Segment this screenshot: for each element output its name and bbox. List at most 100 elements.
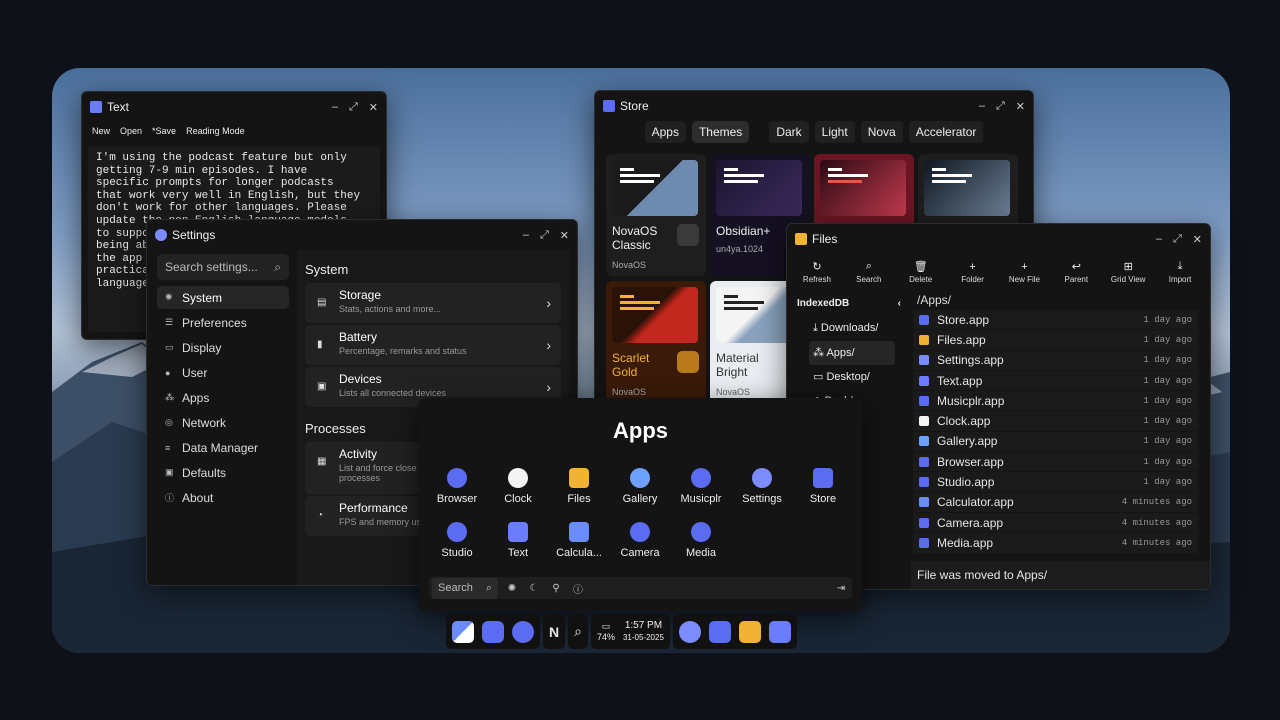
file-row[interactable]: Gallery.app 1 day ago [913,431,1198,453]
open-button[interactable]: Open [120,126,142,136]
nova-logo-icon[interactable]: N [549,624,559,640]
sidebar-item-apps[interactable]: ⁂ Apps/ [809,341,895,365]
theme-preview [716,160,802,216]
app-label: Browser [436,493,478,505]
close-icon[interactable]: ✕ [369,101,378,114]
file-row[interactable]: Files.app 1 day ago [913,330,1198,351]
file-row[interactable]: Text.app 1 day ago [913,370,1198,392]
app-settings[interactable]: Settings [732,468,792,505]
sidebar-item-network[interactable]: ◎ Network [157,411,289,434]
search-icon[interactable]: ⌕ [574,623,582,640]
info-icon[interactable]: ⓘ [567,581,589,596]
parent-button[interactable]: ↩ Parent [1050,254,1102,290]
system-tray[interactable]: ▭ 74% 1:57 PM 31-05-2025 [590,614,670,649]
location-icon[interactable]: ⚲ [545,583,567,594]
app-studio[interactable]: Studio [427,522,487,559]
download-icon: ⤓ [1177,260,1183,272]
sidebar-item-downloads[interactable]: ⤓ Downloads/ [787,317,911,341]
sidebar-item-preferences[interactable]: ☰ Preferences [157,311,289,334]
info-icon: ⓘ [165,493,175,503]
save-button[interactable]: *Save [152,126,176,136]
tab-apps[interactable]: Apps [644,121,686,143]
sidebar-item-apps[interactable]: ⁂ Apps [157,386,289,409]
logout-icon[interactable]: ⇥ [830,583,852,594]
file-row[interactable]: Calculator.app 4 minutes ago [913,492,1198,513]
app-gallery[interactable]: Gallery [610,468,670,505]
app-camera[interactable]: Camera [610,522,670,559]
battery-item[interactable]: ▮ Battery Percentage, remarks and status › [305,325,561,365]
sidebar-item-desktop[interactable]: ▭ Desktop/ [787,365,911,389]
file-row[interactable]: Browser.app 1 day ago [913,452,1198,473]
file-row[interactable]: Media.app 4 minutes ago [913,533,1198,554]
sidebar-item-display[interactable]: ▭ Display [157,336,289,359]
settings-icon[interactable]: ✺ [501,583,523,594]
moon-icon[interactable]: ☾ [523,583,545,594]
chevron-left-icon[interactable]: ‹ [898,298,901,309]
filter-dark[interactable]: Dark [769,121,809,143]
sidebar-item-about[interactable]: ⓘ About [157,486,289,509]
calculator-icon[interactable] [452,620,474,643]
store-icon[interactable] [708,620,731,643]
maximize-icon[interactable]: ⤢ [349,101,358,114]
filter-nova[interactable]: Nova [860,121,903,143]
app-browser[interactable]: Browser [427,468,487,505]
search-button[interactable]: ⌕ Search [843,254,895,290]
reading-mode-button[interactable]: Reading Mode [186,126,245,136]
theme-author: un4ya.1024 [716,244,764,254]
app-clock[interactable]: Clock [488,468,548,505]
launcher-search-input[interactable]: Search ⌕ [432,577,498,599]
sidebar-item-data-manager[interactable]: ≡ Data Manager [157,436,289,459]
clock-time: 1:57 PM [624,619,663,631]
close-icon[interactable]: ✕ [1193,233,1202,246]
minimize-icon[interactable]: – [523,229,529,242]
app-text[interactable]: Text [488,522,548,559]
close-icon[interactable]: ✕ [1016,100,1025,113]
folder-icon[interactable] [738,620,761,643]
sidebar-item-defaults[interactable]: ▣ Defaults [157,461,289,484]
store-titlebar[interactable]: Store – ⤢ ✕ [595,91,1033,121]
close-icon[interactable]: ✕ [560,229,569,242]
search-settings-input[interactable]: Search settings... ⌕ [157,254,289,280]
install-icon[interactable] [677,224,699,246]
minimize-icon[interactable]: – [979,100,985,113]
maximize-icon[interactable]: ⤢ [540,229,549,242]
app-music[interactable]: Musicplr [671,468,731,505]
app-calculator[interactable]: Calcula... [549,522,609,559]
new-button[interactable]: New [92,126,110,136]
minimize-icon[interactable]: – [332,101,338,114]
file-row[interactable]: Camera.app 4 minutes ago [913,512,1198,534]
minimize-icon[interactable]: – [1156,233,1162,246]
settings-titlebar[interactable]: Settings – ⤢ ✕ [147,220,577,250]
new-folder-button[interactable]: + Folder [947,254,999,290]
camera-icon[interactable] [482,620,504,643]
maximize-icon[interactable]: ⤢ [1173,233,1182,246]
text-titlebar[interactable]: Text – ⤢ ✕ [82,92,386,122]
delete-button[interactable]: 🗑 Delete [895,254,947,290]
media-icon[interactable] [512,620,534,643]
maximize-icon[interactable]: ⤢ [996,100,1005,113]
file-row[interactable]: Settings.app 1 day ago [913,350,1198,371]
text-icon[interactable] [768,620,791,643]
theme-card[interactable]: Scarlet Gold NovaOS [606,281,706,403]
tab-themes[interactable]: Themes [691,121,750,143]
app-store[interactable]: Store [793,468,853,505]
storage-item[interactable]: ▤ Storage Stats, actions and more... › [305,283,561,323]
files-titlebar[interactable]: Files – ⤢ ✕ [787,224,1210,254]
file-row[interactable]: Clock.app 1 day ago [913,411,1198,432]
sidebar-item-system[interactable]: ✺ System [157,286,289,309]
app-media[interactable]: Media [671,522,731,559]
refresh-button[interactable]: ↻ Refresh [791,254,843,290]
sidebar-item-user[interactable]: ● User [157,361,289,384]
file-row[interactable]: Studio.app 1 day ago [913,472,1198,493]
grid-view-button[interactable]: ⊞ Grid View [1102,254,1154,290]
file-row[interactable]: Musicplr.app 1 day ago [913,391,1198,412]
settings-icon[interactable] [678,620,701,643]
app-folder[interactable]: Files [549,468,609,505]
file-row[interactable]: Store.app 1 day ago [913,310,1198,331]
filter-light[interactable]: Light [814,121,855,143]
filter-accelerator[interactable]: Accelerator [908,121,984,143]
import-button[interactable]: ⤓ Import [1154,254,1206,290]
theme-card[interactable]: NovaOS Classic NovaOS [606,154,706,276]
new-file-button[interactable]: + New File [999,254,1051,290]
install-icon[interactable] [677,351,699,373]
